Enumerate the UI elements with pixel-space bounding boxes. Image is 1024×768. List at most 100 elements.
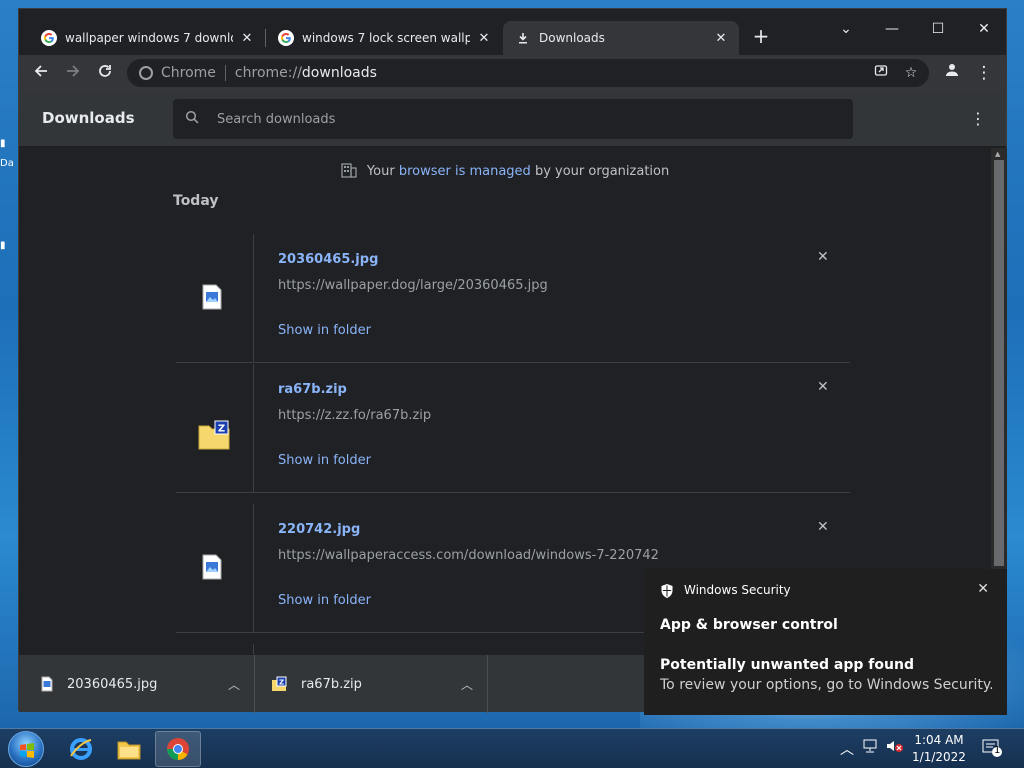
action-center-button[interactable]: 1	[982, 739, 1002, 757]
address-bar[interactable]: Chrome chrome:// downloads ☆	[127, 59, 929, 87]
notification-body: To review your options, go to Windows Se…	[660, 677, 994, 693]
tab-downloads[interactable]: Downloads ✕	[503, 21, 739, 55]
search-icon	[185, 110, 203, 128]
download-source-url[interactable]: https://z.zz.fo/ra67b.zip	[278, 408, 431, 423]
download-item-icon-area	[176, 644, 254, 654]
internet-explorer-icon	[70, 738, 92, 760]
url-path: downloads	[301, 65, 377, 81]
google-favicon-icon	[41, 30, 57, 46]
download-item: 20360465.jpg https://wallpaper.dog/large…	[176, 234, 850, 363]
notification-count-badge: 1	[994, 745, 1001, 756]
tab-close-icon[interactable]: ✕	[713, 31, 729, 46]
managed-prefix: Your	[366, 164, 395, 179]
desktop-icon-stub[interactable]: ▮	[0, 138, 16, 152]
desktop-icon-stub[interactable]: ▮	[0, 240, 16, 254]
desktop-icon-stub[interactable]: Da	[0, 158, 16, 172]
chrome-icon	[167, 738, 189, 760]
download-source-url[interactable]: https://wallpaper.dog/large/20360465.jpg	[278, 278, 548, 293]
chevron-up-icon[interactable]: ︿	[461, 676, 473, 693]
managed-notice: Your browser is managed by your organiza…	[19, 162, 991, 182]
chevron-up-icon[interactable]: ︿	[228, 676, 240, 693]
back-arrow-icon	[34, 65, 47, 77]
tab-lock-screen-wallpaper[interactable]: windows 7 lock screen wallpaper ✕	[266, 21, 502, 55]
tab-close-icon[interactable]: ✕	[476, 31, 492, 46]
url-scheme: chrome://	[234, 65, 302, 81]
omnibox-chip-label: Chrome	[161, 65, 216, 81]
downloads-more-actions-button[interactable]: ⋮	[970, 109, 986, 128]
download-filename-link[interactable]: 20360465.jpg	[278, 252, 378, 267]
tab-title: wallpaper windows 7 download	[65, 31, 233, 45]
browser-toolbar: Chrome chrome:// downloads ☆ ⋮	[19, 55, 1006, 91]
download-item: Z ra67b.zip https://z.zz.fo/ra67b.zip Sh…	[176, 364, 850, 493]
shelf-item-filename: 20360465.jpg	[67, 676, 158, 692]
notification-close-icon[interactable]: ✕	[977, 581, 989, 597]
maximize-button[interactable]: ☐	[915, 15, 961, 43]
shelf-item[interactable]: 20360465.jpg ︿	[19, 655, 255, 713]
volume-muted-icon[interactable]	[886, 739, 904, 757]
remove-download-icon[interactable]: ✕	[817, 379, 829, 395]
download-item-icon-area: Z	[176, 364, 254, 493]
show-in-folder-link[interactable]: Show in folder	[278, 323, 371, 338]
download-filename-link[interactable]: ra67b.zip	[278, 382, 347, 397]
clock-date: 1/1/2022	[912, 750, 966, 764]
omnibox-separator	[224, 65, 226, 81]
taskbar: ︿ 1:04 AM 1/1/2022 1	[0, 728, 1024, 768]
shelf-item[interactable]: Z ra67b.zip ︿	[255, 655, 488, 713]
browser-menu-button[interactable]: ⋮	[970, 59, 998, 87]
taskbar-internet-explorer[interactable]	[58, 731, 104, 767]
notification-app-name: Windows Security	[684, 583, 791, 597]
notification-heading: Potentially unwanted app found	[660, 657, 914, 673]
notification-title: App & browser control	[660, 617, 838, 633]
svg-text:Z: Z	[218, 424, 225, 435]
show-hidden-icons-chevron-icon[interactable]: ︿	[840, 739, 854, 759]
downloads-header: Downloads Search downloads ⋮	[19, 91, 1006, 147]
shield-icon	[661, 584, 673, 598]
reload-icon	[99, 65, 111, 77]
search-downloads-field[interactable]: Search downloads	[173, 99, 853, 139]
system-clock[interactable]: 1:04 AM 1/1/2022	[908, 732, 970, 766]
shelf-item-filename: ra67b.zip	[301, 676, 362, 692]
image-file-icon	[41, 676, 53, 692]
zip-file-icon: Z	[198, 420, 230, 450]
download-source-url[interactable]: https://wallpaperaccess.com/download/win…	[278, 548, 659, 563]
page-title: Downloads	[42, 109, 135, 127]
download-icon	[515, 32, 531, 44]
back-button[interactable]	[27, 59, 55, 87]
show-in-folder-link[interactable]: Show in folder	[278, 453, 371, 468]
google-favicon-icon	[278, 30, 294, 46]
show-in-folder-link[interactable]: Show in folder	[278, 593, 371, 608]
profile-button[interactable]	[938, 59, 966, 87]
forward-button[interactable]	[59, 59, 87, 87]
remove-download-icon[interactable]: ✕	[817, 519, 829, 535]
scrollbar-thumb[interactable]	[994, 160, 1004, 566]
network-icon[interactable]	[862, 739, 878, 757]
close-window-button[interactable]: ✕	[961, 15, 1007, 43]
profile-icon	[946, 64, 958, 76]
date-section-label: Today	[173, 193, 219, 209]
share-icon[interactable]	[871, 63, 891, 83]
managed-suffix: by your organization	[534, 164, 670, 179]
minimize-button[interactable]: —	[869, 15, 915, 43]
tab-close-icon[interactable]: ✕	[239, 31, 255, 46]
chrome-icon	[139, 66, 153, 80]
tab-title: Downloads	[539, 31, 605, 45]
tab-search-button[interactable]: ⌄	[823, 15, 869, 43]
managed-link[interactable]: browser is managed	[399, 164, 531, 179]
taskbar-file-explorer[interactable]	[106, 731, 152, 767]
clock-time: 1:04 AM	[914, 733, 964, 747]
taskbar-chrome[interactable]	[155, 731, 201, 767]
download-filename-link[interactable]: 220742.jpg	[278, 522, 360, 537]
new-tab-button[interactable]: +	[749, 25, 773, 49]
start-button[interactable]	[8, 731, 44, 767]
svg-text:Z: Z	[279, 679, 284, 687]
forward-arrow-icon	[67, 65, 80, 77]
windows-logo-icon	[20, 743, 34, 758]
windows-security-notification[interactable]: Windows Security ✕ App & browser control…	[644, 569, 1007, 715]
bookmark-star-icon[interactable]: ☆	[901, 63, 921, 83]
remove-download-icon[interactable]: ✕	[817, 249, 829, 265]
reload-button[interactable]	[91, 59, 119, 87]
download-item-icon-area	[176, 504, 254, 633]
scroll-up-arrow-icon[interactable]: ▲	[995, 150, 1000, 158]
building-icon	[341, 162, 357, 182]
tab-wallpaper-download[interactable]: wallpaper windows 7 download ✕	[29, 21, 265, 55]
